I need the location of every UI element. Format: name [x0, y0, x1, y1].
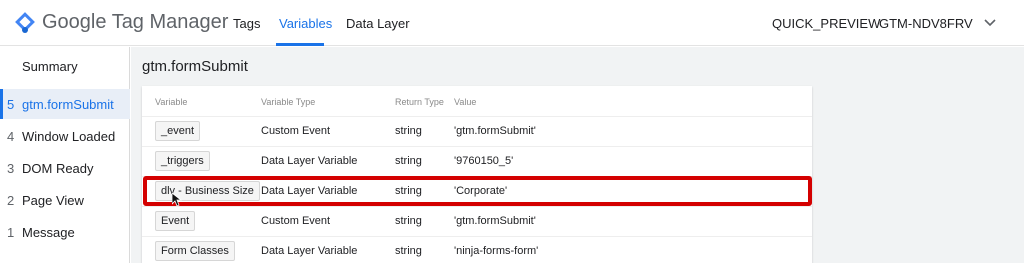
- table-row: Event Custom Event string 'gtm.formSubmi…: [142, 206, 812, 236]
- tab-tags[interactable]: Tags: [233, 16, 260, 31]
- sidebar-item-dom-ready[interactable]: 3 DOM Ready: [0, 153, 130, 183]
- event-number: 4: [7, 129, 15, 144]
- variable-value: 'gtm.formSubmit': [454, 215, 536, 227]
- quick-preview-label[interactable]: QUICK_PREVIEW: [772, 16, 880, 31]
- variable-chip[interactable]: Event: [155, 211, 196, 231]
- event-label: gtm.formSubmit: [22, 97, 114, 112]
- variable-type: Data Layer Variable: [261, 155, 358, 167]
- event-number: 3: [7, 161, 15, 176]
- return-type: string: [395, 245, 422, 257]
- tab-data-layer[interactable]: Data Layer: [346, 16, 410, 31]
- event-number: 1: [7, 225, 15, 240]
- column-header-return: Return Type: [395, 97, 444, 107]
- variable-value: 'ninja-forms-form': [454, 245, 539, 257]
- return-type: string: [395, 155, 422, 167]
- event-label: Window Loaded: [22, 129, 116, 144]
- variable-type: Custom Event: [261, 125, 331, 137]
- variable-type: Custom Event: [261, 215, 331, 227]
- variable-chip[interactable]: Form Classes: [155, 241, 235, 261]
- variable-type: Data Layer Variable: [261, 245, 358, 257]
- table-row: Form Classes Data Layer Variable string …: [142, 236, 812, 263]
- event-number: 2: [7, 193, 15, 208]
- table-row: _event Custom Event string 'gtm.formSubm…: [142, 116, 812, 146]
- sidebar-item-gtm-formsubmit[interactable]: 5 gtm.formSubmit: [0, 89, 130, 119]
- mouse-cursor-icon: [172, 193, 182, 207]
- event-label: Page View: [22, 193, 84, 208]
- event-number: 5: [7, 97, 15, 112]
- highlight-box: [143, 176, 812, 206]
- return-type: string: [395, 215, 422, 227]
- variables-table: Variable Variable Type Return Type Value…: [142, 86, 812, 263]
- sidebar-item-window-loaded[interactable]: 4 Window Loaded: [0, 121, 130, 151]
- sidebar-summary[interactable]: Summary: [22, 59, 78, 74]
- event-sidebar: Summary 5 gtm.formSubmit 4 Window Loaded…: [0, 47, 130, 263]
- variable-chip[interactable]: _triggers: [155, 151, 210, 171]
- sidebar-item-message[interactable]: 1 Message: [0, 217, 130, 247]
- variable-value: '9760150_5': [454, 155, 514, 167]
- chevron-down-icon[interactable]: [983, 16, 997, 30]
- active-tab-indicator: [276, 43, 324, 46]
- brand-title: Google Tag Manager: [42, 11, 229, 33]
- column-header-value: Value: [454, 97, 477, 107]
- tab-variables[interactable]: Variables: [279, 16, 332, 31]
- return-type: string: [395, 125, 422, 137]
- event-label: DOM Ready: [22, 161, 94, 176]
- event-label: Message: [22, 225, 75, 240]
- table-row: _triggers Data Layer Variable string '97…: [142, 146, 812, 176]
- page-title: gtm.formSubmit: [142, 58, 248, 75]
- column-header-type: Variable Type: [261, 97, 316, 107]
- sidebar-item-page-view[interactable]: 2 Page View: [0, 185, 130, 215]
- main-panel: gtm.formSubmit Variable Variable Type Re…: [131, 47, 1024, 263]
- gtm-logo-icon[interactable]: [12, 9, 38, 35]
- container-id[interactable]: GTM-NDV8FRV: [879, 16, 973, 31]
- variable-value: 'gtm.formSubmit': [454, 125, 536, 137]
- top-header: Google Tag Manager Tags Variables Data L…: [0, 0, 1024, 46]
- variable-chip[interactable]: _event: [155, 121, 201, 141]
- column-header-variable: Variable: [155, 97, 188, 107]
- active-indicator: [0, 89, 3, 119]
